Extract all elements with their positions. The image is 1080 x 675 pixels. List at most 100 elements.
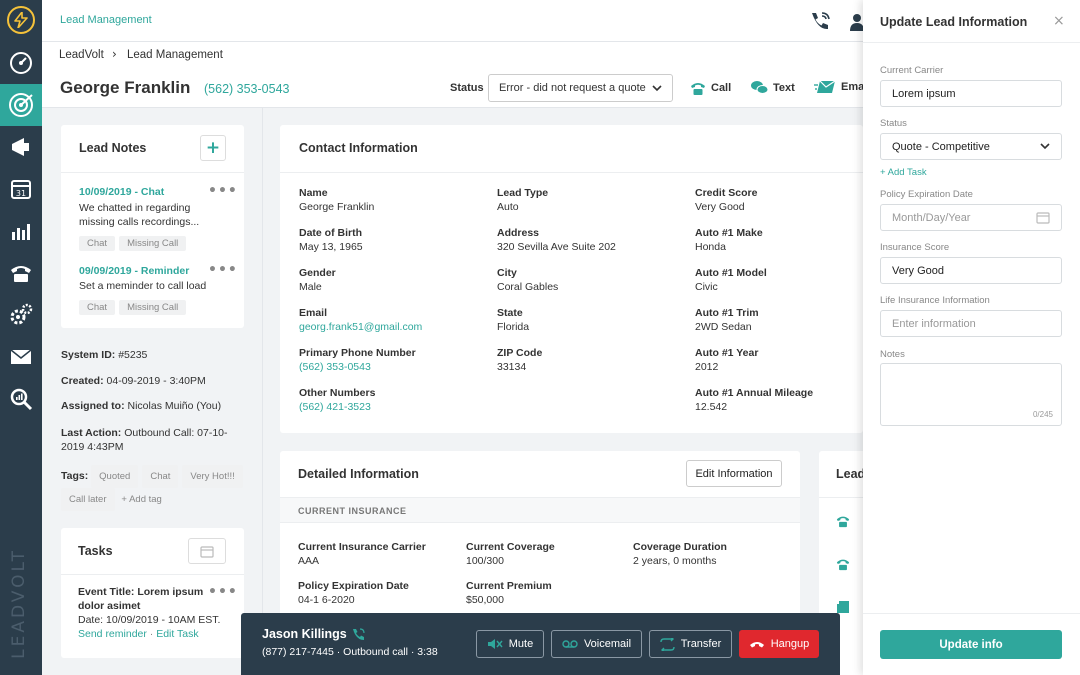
lead-management-icon[interactable] (0, 84, 42, 126)
note-date: 09/09/2019 - Reminder (79, 265, 190, 277)
add-note-button[interactable]: + (200, 135, 226, 161)
contact-field: Name George Franklin (299, 187, 479, 213)
field-value: 320 Sevilla Ave Suite 202 (497, 241, 616, 253)
text-button[interactable]: Text (751, 80, 795, 95)
field-value: 04-1 6-2020 (298, 594, 355, 606)
contact-field: Address 320 Sevilla Ave Suite 202 (497, 227, 677, 253)
close-icon[interactable]: × (1053, 13, 1065, 29)
edit-task-link[interactable]: Edit Task (156, 628, 198, 640)
field-label: Date of Birth (299, 227, 362, 239)
add-task-link[interactable]: + Add Task (880, 167, 927, 178)
more-options-icon[interactable]: ••• (208, 584, 238, 600)
phone-icon[interactable] (0, 253, 42, 293)
mail-icon[interactable] (0, 337, 42, 377)
divider (863, 613, 1080, 614)
megaphone-icon[interactable] (0, 127, 42, 167)
dashboard-icon[interactable] (0, 43, 42, 83)
field-label: Email (299, 307, 328, 319)
lead-phone[interactable]: (562) 353-0543 (204, 82, 289, 96)
field-value: George Franklin (299, 201, 375, 213)
lightning-logo-icon[interactable] (7, 6, 35, 34)
contact-field: Auto #1 Model Civic (695, 267, 875, 293)
divider (280, 522, 800, 523)
current-insurance-heading: CURRENT INSURANCE (298, 506, 407, 516)
status-dropdown[interactable]: Quote - Competitive (880, 133, 1062, 160)
send-reminder-link[interactable]: Send reminder (78, 628, 147, 640)
users-icon[interactable] (850, 12, 864, 35)
tasks-title: Tasks (78, 544, 113, 558)
caller-phone: (877) 217-7445 (262, 646, 334, 658)
voicemail-label: Voicemail (583, 638, 632, 650)
last-action-label: Last Action: (61, 427, 122, 439)
contact-field: Email georg.frank51@gmail.com (299, 307, 479, 333)
update-lead-panel: Update Lead Information × Current Carrie… (863, 0, 1080, 675)
field-value[interactable]: georg.frank51@gmail.com (299, 321, 479, 333)
tag[interactable]: Quoted (91, 465, 139, 488)
life-insurance-label: Life Insurance Information (880, 295, 990, 306)
field-label: Other Numbers (299, 387, 376, 399)
tags-row: Tags: Quoted Chat Very Hot!!! Call later +… (61, 465, 251, 511)
bar-chart-icon[interactable] (0, 211, 42, 251)
note-tags: Chat Missing Call (79, 300, 190, 315)
email-fast-icon (814, 80, 836, 93)
email-button[interactable]: Ema (814, 80, 864, 94)
task-calendar-button[interactable] (188, 538, 226, 564)
plus-icon: + (205, 138, 221, 158)
field-value[interactable]: (562) 421-3523 (299, 401, 479, 413)
transfer-button[interactable]: Transfer (649, 630, 732, 658)
voicemail-button[interactable]: Voicemail (551, 630, 642, 658)
lead-name: George Franklin (60, 78, 191, 97)
field-label: Auto #1 Trim (695, 307, 759, 319)
mute-label: Mute (508, 638, 534, 650)
notes-textarea[interactable]: 0/245 (880, 363, 1062, 426)
life-insurance-input[interactable]: Enter information (880, 310, 1062, 337)
policy-date-label: Policy Expiration Date (880, 189, 973, 200)
caller-name-row: Jason Killings (262, 627, 365, 641)
detailed-title: Detailed Information (298, 467, 419, 481)
calendar-icon[interactable]: 31 (0, 169, 42, 209)
field-label: Current Premium (466, 580, 552, 592)
contact-field: Lead Type Auto (497, 187, 677, 213)
divider (280, 172, 863, 173)
lead-notes-title: Lead Notes (79, 141, 147, 155)
breadcrumb-root[interactable]: LeadVolt (59, 49, 104, 61)
mute-button[interactable]: Mute (476, 630, 544, 658)
sidebar: 31 LEADVOLT (0, 0, 42, 675)
edit-information-button[interactable]: Edit Information (686, 460, 782, 487)
call-button[interactable]: Call (690, 80, 731, 96)
text-label: Text (773, 81, 795, 94)
more-options-icon[interactable]: ••• (208, 262, 238, 278)
insurance-score-input[interactable]: Very Good (880, 257, 1062, 284)
system-id-label: System ID: (61, 349, 116, 361)
note-date: 10/09/2019 - Chat (79, 186, 165, 198)
tag[interactable]: Very Hot!!! (182, 465, 243, 488)
field-label: Auto #1 Year (695, 347, 759, 359)
policy-date-input[interactable]: Month/Day/Year (880, 204, 1062, 231)
more-options-icon[interactable]: ••• (208, 183, 238, 199)
created-row: Created: 04-09-2019 - 3:40PM (61, 375, 206, 387)
field-value: Florida (497, 321, 530, 333)
panel-title: Update Lead Information (880, 15, 1028, 29)
status-field-label: Status (880, 118, 907, 129)
carrier-input[interactable]: Lorem ipsum (880, 80, 1062, 107)
call-details: (877) 217-7445 · Outbound call · 3:38 (262, 646, 438, 658)
detail-field: Current Premium $50,000 (466, 580, 552, 606)
hangup-button[interactable]: Hangup (739, 630, 819, 658)
calendar-icon (200, 545, 214, 558)
field-value[interactable]: (562) 353-0543 (299, 361, 479, 373)
vertical-brand-logo: LEADVOLT (9, 548, 29, 659)
tag[interactable]: Chat (142, 465, 179, 488)
notes-counter: 0/245 (1032, 410, 1053, 419)
update-info-button[interactable]: Update info (880, 630, 1062, 659)
assigned-row: Assigned to: Nicolas Muiño (You) (61, 400, 221, 412)
add-tag-link[interactable]: + Add tag (121, 494, 161, 505)
tag[interactable]: Call later (61, 488, 115, 511)
contact-field: ZIP Code 33134 (497, 347, 677, 373)
status-select[interactable]: Error - did not request a quote (488, 74, 673, 102)
field-label: Gender (299, 267, 336, 279)
divider (61, 574, 244, 575)
detail-field: Current Coverage 100/300 (466, 541, 555, 567)
phone-calls-icon[interactable] (809, 11, 831, 34)
search-analytics-icon[interactable] (0, 379, 42, 419)
settings-icon[interactable] (0, 295, 42, 335)
